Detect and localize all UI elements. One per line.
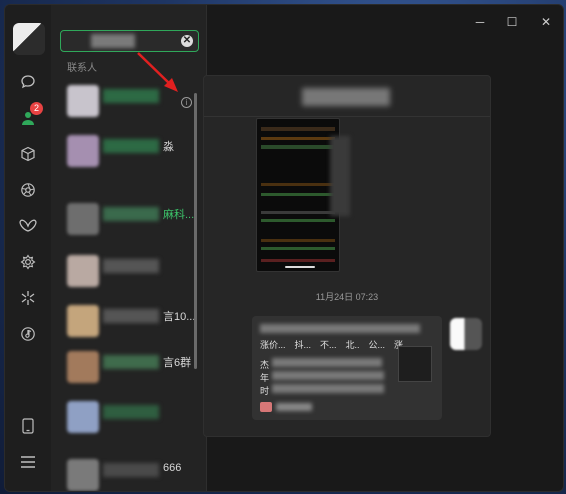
contact-avatar [67, 459, 99, 491]
contact-avatar [67, 351, 99, 383]
contact-avatar [67, 203, 99, 235]
contact-name-tail: 666 [163, 462, 182, 474]
screenshot-row [261, 193, 335, 196]
contact-list-pane: ✕ 联系人 淼 麻科... 言10... 言6群 666 [51, 5, 207, 491]
chat-title-blurred [302, 88, 390, 106]
contact-name-tail: 麻科... [163, 209, 195, 221]
contact-name-blurred [103, 259, 159, 273]
card-title-blurred [260, 324, 420, 333]
contact-avatar [67, 85, 99, 117]
contact-item[interactable] [67, 253, 187, 289]
maximize-button[interactable]: ☐ [503, 15, 521, 29]
screenshot-row [261, 259, 335, 262]
close-button[interactable]: ✕ [537, 15, 555, 29]
card-text-blurred [272, 358, 382, 367]
source-name-blurred [276, 403, 312, 411]
card-thumbnail [398, 346, 432, 382]
menu-icon[interactable] [17, 451, 39, 473]
info-icon[interactable]: i [181, 97, 192, 108]
contact-avatar [67, 135, 99, 167]
box-icon[interactable] [17, 143, 39, 165]
sender-avatar[interactable] [450, 318, 482, 350]
card-text-blurred [272, 384, 384, 393]
contact-name-tail: 言6群 [163, 357, 192, 369]
contact-avatar [67, 401, 99, 433]
screenshot-row [261, 219, 335, 222]
message-timestamp: 11月24日 07:23 [315, 292, 379, 302]
contact-name-blurred [103, 139, 159, 153]
contact-name-blurred [103, 89, 159, 103]
list-scrollbar[interactable] [194, 93, 197, 369]
sparkle-icon[interactable] [17, 287, 39, 309]
search-input[interactable]: ✕ [60, 30, 199, 52]
contact-name-tail: 言10... [163, 311, 196, 323]
gear-flower-icon[interactable] [17, 251, 39, 273]
screenshot-row [261, 239, 335, 242]
card-text-line: 涨价... 抖... 不... 北.. 公... 涨 [260, 340, 404, 350]
clear-search-button[interactable]: ✕ [181, 35, 193, 47]
screenshot-row [261, 127, 335, 131]
screenshot-row [261, 145, 335, 149]
section-label-contacts: 联系人 [67, 63, 97, 74]
contact-item[interactable]: 言10... [67, 303, 195, 339]
contact-name-blurred [103, 207, 159, 221]
contact-name-blurred [103, 355, 159, 369]
music-icon[interactable] [17, 323, 39, 345]
contact-item[interactable] [67, 83, 187, 119]
butterfly-icon[interactable] [17, 215, 39, 237]
card-text-blurred [272, 371, 384, 380]
chat-panel: 11月24日 07:23 涨价... 抖... 不... 北.. 公... 涨 … [203, 75, 491, 437]
minimize-button[interactable]: ─ [471, 15, 489, 29]
home-indicator [285, 266, 315, 268]
icon-sidebar: 2 [5, 5, 51, 491]
card-text-line: 年 [260, 373, 270, 383]
card-text-line: 时 [260, 386, 270, 396]
source-app-icon [260, 402, 272, 412]
blurred-region [330, 136, 350, 216]
contacts-icon[interactable]: 2 [17, 102, 43, 129]
screenshot-row [261, 137, 335, 140]
contact-name-tail: 淼 [163, 141, 174, 153]
aperture-icon[interactable] [17, 179, 39, 201]
contact-avatar [67, 305, 99, 337]
contact-item[interactable]: 言6群 [67, 349, 191, 385]
card-text-line: 杰 [260, 360, 270, 370]
image-message[interactable] [256, 118, 340, 272]
contact-item[interactable]: 666 [67, 457, 187, 491]
header-divider [204, 116, 490, 117]
contact-item[interactable]: 淼 [67, 133, 187, 169]
contact-item[interactable]: 麻科... [67, 201, 194, 237]
phone-icon[interactable] [17, 415, 39, 437]
contact-avatar [67, 255, 99, 287]
contact-name-blurred [103, 463, 159, 477]
screenshot-row [261, 211, 335, 214]
chat-icon[interactable] [17, 71, 39, 93]
link-card-message[interactable]: 涨价... 抖... 不... 北.. 公... 涨 杰 年 时 [252, 316, 442, 420]
screenshot-row [261, 247, 335, 250]
contact-name-blurred [103, 405, 159, 419]
contact-item[interactable] [67, 399, 187, 435]
self-avatar[interactable] [13, 23, 45, 55]
contacts-badge: 2 [30, 102, 43, 115]
search-query-blurred [91, 34, 135, 48]
app-window: 2 ✕ 联系人 淼 麻科... 言10... 言6群 666 i ─ ☐ ✕ 1… [4, 4, 564, 492]
contact-name-blurred [103, 309, 159, 323]
screenshot-row [261, 183, 335, 186]
